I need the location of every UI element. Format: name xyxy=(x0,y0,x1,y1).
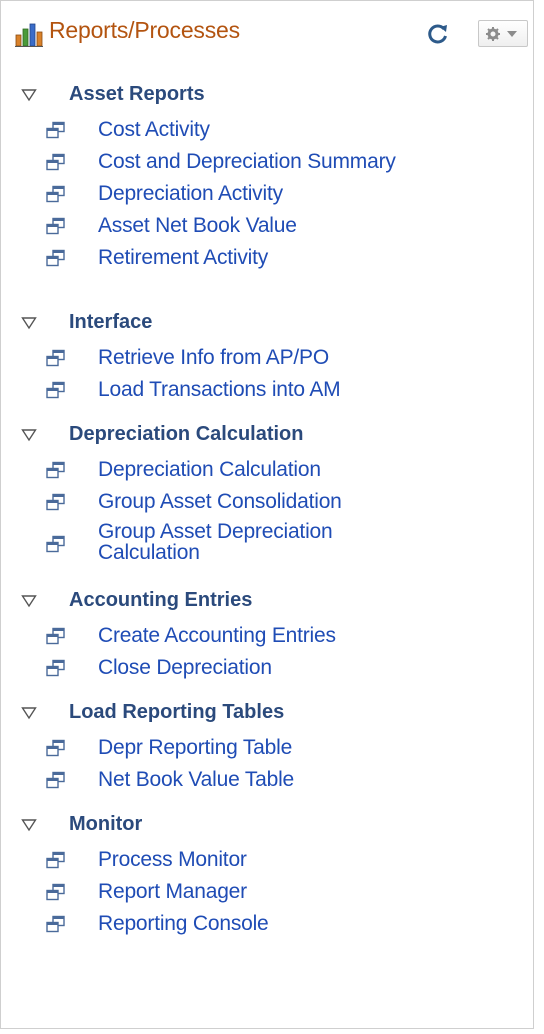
group-header[interactable]: Load Reporting Tables xyxy=(1,697,533,731)
new-window-icon xyxy=(46,249,65,267)
pagelet-title: Reports/Processes xyxy=(49,17,240,43)
process-link[interactable]: Report Manager xyxy=(98,880,247,904)
new-window-icon xyxy=(46,771,65,789)
process-link[interactable]: Retrieve Info from AP/PO xyxy=(98,346,329,370)
new-window-icon xyxy=(46,915,65,933)
process-link[interactable]: Depreciation Activity xyxy=(98,182,283,206)
process-link-item[interactable]: Report Manager xyxy=(1,875,533,907)
new-window-icon xyxy=(46,381,65,399)
process-link[interactable]: Process Monitor xyxy=(98,848,247,872)
new-window-icon xyxy=(46,535,65,553)
group-accounting-entries: Accounting Entries Create Accounting Entr… xyxy=(1,585,533,693)
collapse-triangle-icon[interactable] xyxy=(21,706,37,720)
group-title: Monitor xyxy=(69,813,143,835)
collapse-triangle-icon[interactable] xyxy=(21,428,37,442)
process-link-item[interactable]: Group Asset Depreciation Calculation xyxy=(1,517,533,573)
group-interface: Interface Retrieve Info from AP/PO Load Tr… xyxy=(1,307,533,415)
group-title: Depreciation Calculation xyxy=(69,423,304,445)
group-header[interactable]: Asset Reports xyxy=(1,79,533,113)
collapse-triangle-icon[interactable] xyxy=(21,818,37,832)
process-link-item[interactable]: Depr Reporting Table xyxy=(1,731,533,763)
process-link[interactable]: Cost Activity xyxy=(98,118,210,142)
group-asset-reports: Asset Reports Cost Activity Cost and Depre… xyxy=(1,79,533,299)
collapse-triangle-icon[interactable] xyxy=(21,594,37,608)
process-link-item[interactable]: Reporting Console xyxy=(1,907,533,939)
process-link[interactable]: Close Depreciation xyxy=(98,656,272,680)
process-link[interactable]: Depreciation Calculation xyxy=(98,458,321,482)
process-link[interactable]: Asset Net Book Value xyxy=(98,214,297,238)
process-link[interactable]: Load Transactions into AM xyxy=(98,378,341,402)
process-link[interactable]: Create Accounting Entries xyxy=(98,624,336,648)
gear-icon xyxy=(486,27,517,41)
process-link-item[interactable]: Retirement Activity xyxy=(1,241,533,273)
group-header[interactable]: Depreciation Calculation xyxy=(1,419,533,453)
options-menu-button[interactable] xyxy=(478,20,528,47)
process-link[interactable]: Net Book Value Table xyxy=(98,768,294,792)
new-window-icon xyxy=(46,739,65,757)
new-window-icon xyxy=(46,627,65,645)
process-link-item[interactable]: Close Depreciation xyxy=(1,651,533,683)
process-link[interactable]: Retirement Activity xyxy=(98,246,268,270)
refresh-icon[interactable] xyxy=(425,21,451,47)
bar-chart-icon xyxy=(15,23,43,47)
collapse-triangle-icon[interactable] xyxy=(21,316,37,330)
new-window-icon xyxy=(46,121,65,139)
pagelet-header: Reports/Processes xyxy=(1,1,533,64)
process-link-item[interactable]: Cost Activity xyxy=(1,113,533,145)
process-link[interactable]: Group Asset Depreciation Calculation xyxy=(98,521,418,563)
group-header[interactable]: Interface xyxy=(1,307,533,341)
reports-processes-pagelet: Reports/Processes Asset Reports Cost Act… xyxy=(0,0,534,1029)
group-title: Asset Reports xyxy=(69,83,205,105)
group-load-reporting-tables: Load Reporting Tables Depr Reporting Tabl… xyxy=(1,697,533,805)
process-link[interactable]: Group Asset Consolidation xyxy=(98,490,342,514)
new-window-icon xyxy=(46,153,65,171)
new-window-icon xyxy=(46,349,65,367)
chevron-down-icon xyxy=(507,31,517,37)
new-window-icon xyxy=(46,461,65,479)
process-link-item[interactable]: Retrieve Info from AP/PO xyxy=(1,341,533,373)
group-header[interactable]: Accounting Entries xyxy=(1,585,533,619)
process-link-item[interactable]: Asset Net Book Value xyxy=(1,209,533,241)
process-link[interactable]: Reporting Console xyxy=(98,912,269,936)
process-link[interactable]: Depr Reporting Table xyxy=(98,736,292,760)
new-window-icon xyxy=(46,659,65,677)
process-link-item[interactable]: Process Monitor xyxy=(1,843,533,875)
process-link-item[interactable]: Create Accounting Entries xyxy=(1,619,533,651)
new-window-icon xyxy=(46,217,65,235)
process-link-item[interactable]: Cost and Depreciation Summary xyxy=(1,145,533,177)
group-depreciation-calculation: Depreciation Calculation Depreciation Cal… xyxy=(1,419,533,581)
process-link-item[interactable]: Net Book Value Table xyxy=(1,763,533,795)
group-title: Interface xyxy=(69,311,153,333)
new-window-icon xyxy=(46,185,65,203)
collapse-triangle-icon[interactable] xyxy=(21,88,37,102)
new-window-icon xyxy=(46,851,65,869)
process-link-item[interactable]: Load Transactions into AM xyxy=(1,373,533,405)
group-monitor: Monitor Process Monitor Report Manager Repo… xyxy=(1,809,533,939)
process-link-item[interactable]: Depreciation Activity xyxy=(1,177,533,209)
group-title: Accounting Entries xyxy=(69,589,253,611)
process-link[interactable]: Cost and Depreciation Summary xyxy=(98,150,396,174)
group-header[interactable]: Monitor xyxy=(1,809,533,843)
group-title: Load Reporting Tables xyxy=(69,701,285,723)
process-link-item[interactable]: Group Asset Consolidation xyxy=(1,485,533,517)
new-window-icon xyxy=(46,883,65,901)
new-window-icon xyxy=(46,493,65,511)
pagelet-body: Asset Reports Cost Activity Cost and Depre… xyxy=(1,79,533,939)
process-link-item[interactable]: Depreciation Calculation xyxy=(1,453,533,485)
